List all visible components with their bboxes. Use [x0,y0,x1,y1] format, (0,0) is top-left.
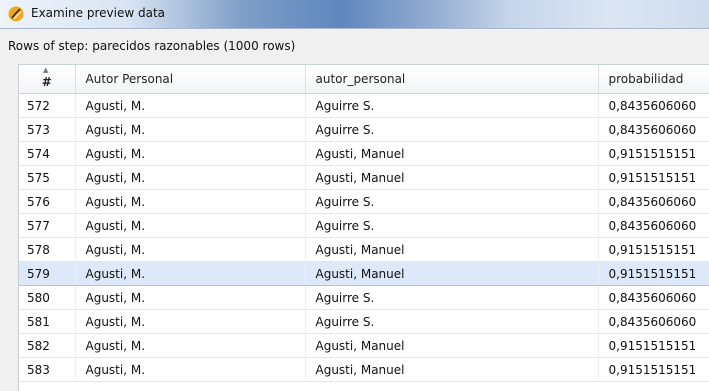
autor-personal-field-cell[interactable]: Agusti, Manuel [305,165,599,190]
preview-data-grid[interactable]: ▲ # Autor Personal autor_personal probab… [18,64,709,391]
table-row[interactable]: 580 Agusti, M. Aguirre S. 0,8435606060 [19,285,709,310]
row-number-cell[interactable]: 582 [19,333,76,358]
autor-personal-cell[interactable]: Agusti, M. [75,165,306,190]
autor-personal-field-cell[interactable]: Aguirre S. [305,117,599,142]
probabilidad-cell[interactable]: 0,8435606060 [598,285,709,310]
row-number-cell[interactable]: 581 [19,309,76,334]
autor-personal-field-cell[interactable]: Agusti, Manuel [305,237,599,262]
column-header-autor-personal-field[interactable]: autor_personal [305,65,599,94]
probabilidad-cell[interactable]: 0,8435606060 [598,189,709,214]
autor-personal-cell[interactable]: Agusti, M. [75,93,306,118]
autor-personal-cell[interactable]: Agusti, M. [75,285,306,310]
autor-personal-cell[interactable]: Agusti, M. [75,261,306,286]
probabilidad-cell[interactable]: 0,9151515151 [598,165,709,190]
autor-personal-field-cell[interactable]: Aguirre S. [305,213,599,238]
autor-personal-field-cell[interactable]: Agusti, Manuel [305,333,599,358]
app-logo-icon [8,6,24,22]
autor-personal-field-cell[interactable]: Agusti, Manuel [305,261,599,286]
autor-personal-cell[interactable]: Agusti, M. [75,309,306,334]
table-row[interactable]: 582 Agusti, M. Agusti, Manuel 0,9151515151 [19,333,709,358]
probabilidad-cell[interactable]: 0,9151515151 [598,141,709,166]
sort-arrow-icon: ▲ [43,66,49,74]
row-number-cell[interactable]: 573 [19,117,76,142]
probabilidad-cell[interactable]: 0,9151515151 [598,333,709,358]
table-row[interactable]: 578 Agusti, M. Agusti, Manuel 0,9151515151 [19,237,709,262]
autor-personal-field-cell[interactable]: Agusti, Manuel [305,141,599,166]
title-bar[interactable]: Examine preview data [0,0,709,29]
autor-personal-cell[interactable]: Agusti, M. [75,117,306,142]
table-row[interactable]: 576 Agusti, M. Aguirre S. 0,8435606060 [19,189,709,214]
probabilidad-cell[interactable]: 0,8435606060 [598,213,709,238]
probabilidad-cell[interactable]: 0,9151515151 [598,237,709,262]
table-row[interactable]: 577 Agusti, M. Aguirre S. 0,8435606060 [19,213,709,238]
autor-personal-field-cell[interactable]: Aguirre S. [305,285,599,310]
row-number-cell[interactable]: 580 [19,285,76,310]
probabilidad-cell[interactable]: 0,9151515151 [598,261,709,286]
autor-personal-field-cell[interactable]: Aguirre S. [305,93,599,118]
autor-personal-cell[interactable]: Agusti, M. [75,357,306,382]
table-header-row: ▲ # Autor Personal autor_personal probab… [19,65,709,94]
column-header-row-number[interactable]: ▲ # [19,65,76,94]
probabilidad-cell[interactable]: 0,8435606060 [598,117,709,142]
row-number-cell[interactable]: 572 [19,93,76,118]
row-number-cell[interactable]: 575 [19,165,76,190]
column-header-label: # [41,75,52,89]
window-title: Examine preview data [31,6,166,20]
row-number-cell[interactable]: 583 [19,357,76,382]
autor-personal-field-cell[interactable]: Aguirre S. [305,189,599,214]
step-rows-label: Rows of step: parecidos razonables (1000… [8,39,296,53]
table-row[interactable]: 574 Agusti, M. Agusti, Manuel 0,9151515151 [19,141,709,166]
preview-table: ▲ # Autor Personal autor_personal probab… [19,65,709,382]
probabilidad-cell[interactable]: 0,8435606060 [598,93,709,118]
autor-personal-field-cell[interactable]: Aguirre S. [305,309,599,334]
row-number-cell[interactable]: 576 [19,189,76,214]
probabilidad-cell[interactable]: 0,9151515151 [598,357,709,382]
table-row[interactable]: 579 Agusti, M. Agusti, Manuel 0,9151515151 [19,261,709,286]
table-row[interactable]: 581 Agusti, M. Aguirre S. 0,8435606060 [19,309,709,334]
autor-personal-cell[interactable]: Agusti, M. [75,237,306,262]
table-row[interactable]: 583 Agusti, M. Agusti, Manuel 0,9151515151 [19,357,709,382]
autor-personal-field-cell[interactable]: Agusti, Manuel [305,357,599,382]
row-number-cell[interactable]: 577 [19,213,76,238]
autor-personal-cell[interactable]: Agusti, M. [75,333,306,358]
table-row[interactable]: 572 Agusti, M. Aguirre S. 0,8435606060 [19,93,709,118]
row-number-cell[interactable]: 574 [19,141,76,166]
table-row[interactable]: 573 Agusti, M. Aguirre S. 0,8435606060 [19,117,709,142]
autor-personal-cell[interactable]: Agusti, M. [75,189,306,214]
probabilidad-cell[interactable]: 0,8435606060 [598,309,709,334]
autor-personal-cell[interactable]: Agusti, M. [75,213,306,238]
column-header-probabilidad[interactable]: probabilidad [598,65,709,94]
table-row[interactable]: 575 Agusti, M. Agusti, Manuel 0,9151515151 [19,165,709,190]
row-number-cell[interactable]: 578 [19,237,76,262]
row-number-cell[interactable]: 579 [19,261,76,286]
autor-personal-cell[interactable]: Agusti, M. [75,141,306,166]
column-header-autor-personal[interactable]: Autor Personal [75,65,306,94]
